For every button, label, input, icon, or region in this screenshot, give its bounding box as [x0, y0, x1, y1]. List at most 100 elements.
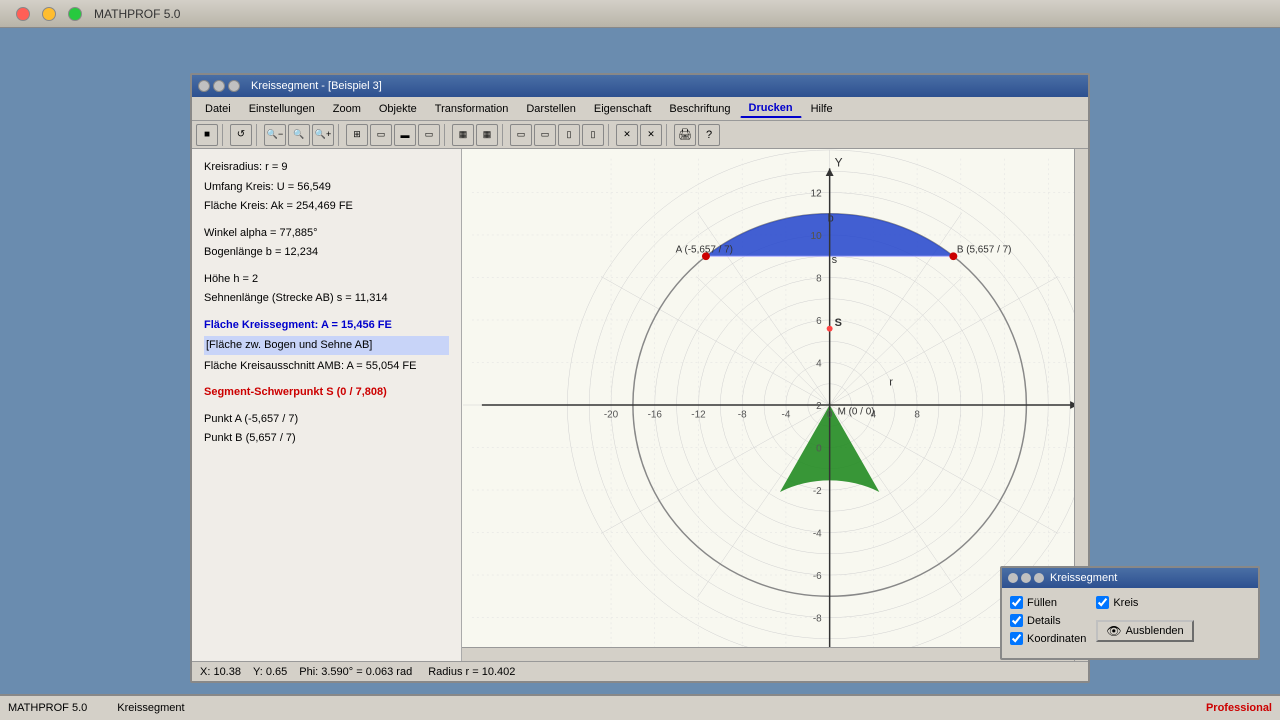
koordinaten-row: Koordinaten: [1010, 632, 1086, 645]
tb-close-btn2[interactable]: ✕: [640, 124, 662, 146]
punkt-a-info: Punkt A (-5,657 / 7): [204, 411, 449, 428]
flaeche-bogen-info: [Fläche zw. Bogen und Sehne AB]: [204, 336, 449, 355]
tb-undo-btn[interactable]: ↺: [230, 124, 252, 146]
svg-text:4: 4: [816, 358, 822, 369]
svg-text:-16: -16: [648, 410, 663, 421]
content-area: Kreisradius: r = 9 Umfang Kreis: U = 56,…: [192, 149, 1088, 661]
tb-print-btn[interactable]: 🖨: [674, 124, 696, 146]
main-window: Kreissegment - [Beispiel 3] Datei Einste…: [190, 73, 1090, 683]
menu-transformation[interactable]: Transformation: [426, 100, 518, 118]
circle-info-group: Kreisradius: r = 9 Umfang Kreis: U = 56,…: [204, 159, 449, 215]
svg-text:A (-5,657 / 7): A (-5,657 / 7): [676, 244, 733, 255]
status-radius: Radius r = 10.402: [428, 666, 515, 678]
status-phi: Phi: 3.590° = 0.063 rad: [299, 666, 412, 678]
bottom-edition: Professional: [1206, 702, 1272, 714]
tb-zoom-reset-btn[interactable]: 🔍: [288, 124, 310, 146]
app-title: MATHPROF 5.0: [94, 7, 180, 21]
tb-view-btn1[interactable]: ▭: [370, 124, 392, 146]
win-ctrl-3[interactable]: [228, 80, 240, 92]
schwerpunkt-info-group: Segment-Schwerpunkt S (0 / 7,808): [204, 384, 449, 401]
svg-text:6: 6: [816, 316, 822, 327]
win-ctrl-1[interactable]: [198, 80, 210, 92]
punkt-b-info: Punkt B (5,657 / 7): [204, 430, 449, 447]
scrollbar-horizontal[interactable]: [462, 647, 1074, 661]
info-panel: Kreisradius: r = 9 Umfang Kreis: U = 56,…: [192, 149, 462, 661]
details-row: Details: [1010, 614, 1086, 627]
svg-text:b: b: [828, 213, 834, 225]
svg-text:B (5,657 / 7): B (5,657 / 7): [957, 244, 1012, 255]
menu-einstellungen[interactable]: Einstellungen: [240, 100, 324, 118]
svg-text:-8: -8: [738, 410, 747, 421]
svg-text:-6: -6: [813, 571, 822, 582]
tb-help-btn[interactable]: ?: [698, 124, 720, 146]
menu-hilfe[interactable]: Hilfe: [802, 100, 842, 118]
max-btn[interactable]: [68, 7, 82, 21]
mini-win-ctrl[interactable]: [1008, 573, 1018, 583]
menu-objekte[interactable]: Objekte: [370, 100, 426, 118]
hoehe-info: Höhe h = 2: [204, 271, 449, 288]
svg-text:0: 0: [816, 443, 822, 454]
kreis-checkbox[interactable]: [1096, 596, 1109, 609]
svg-text:Y: Y: [835, 157, 843, 170]
radius-info: Kreisradius: r = 9: [204, 159, 449, 176]
flaeche-kreis-info: Fläche Kreis: Ak = 254,469 FE: [204, 198, 449, 215]
svg-text:-4: -4: [813, 528, 822, 539]
ausblenden-button[interactable]: 👁 Ausblenden: [1096, 620, 1193, 642]
details-checkbox[interactable]: [1010, 614, 1023, 627]
tb-sep-3: [338, 124, 342, 146]
tb-close-btn1[interactable]: ✕: [616, 124, 638, 146]
menu-drucken[interactable]: Drucken: [740, 99, 802, 118]
mini-checkboxes: Füllen Details Koordinaten: [1010, 596, 1086, 650]
svg-text:8: 8: [914, 410, 920, 421]
graph-area[interactable]: X Y -20 -16 -12 -8 -4 0 4 8: [462, 149, 1088, 661]
fuellen-checkbox[interactable]: [1010, 596, 1023, 609]
tb-frame-btn4[interactable]: ▯: [582, 124, 604, 146]
mini-win-title: Kreissegment: [1002, 568, 1258, 588]
tb-grid-btn[interactable]: ⊞: [346, 124, 368, 146]
koordinaten-checkbox[interactable]: [1010, 632, 1023, 645]
tb-view-btn2[interactable]: ▬: [394, 124, 416, 146]
svg-text:-8: -8: [813, 614, 822, 625]
mini-buttons: Kreis 👁 Ausblenden: [1096, 596, 1193, 650]
graph-svg: X Y -20 -16 -12 -8 -4 0 4 8: [462, 149, 1088, 661]
min-btn[interactable]: [42, 7, 56, 21]
tb-frame-btn1[interactable]: ▭: [510, 124, 532, 146]
close-btn[interactable]: [16, 7, 30, 21]
tb-frame-btn2[interactable]: ▭: [534, 124, 556, 146]
tb-frame-btn3[interactable]: ▯: [558, 124, 580, 146]
flaeche-ausschnitt-info: Fläche Kreisausschnitt AMB: A = 55,054 F…: [204, 358, 449, 375]
svg-text:r: r: [889, 377, 893, 389]
details-label: Details: [1027, 615, 1061, 627]
svg-text:12: 12: [811, 188, 822, 199]
status-x: X: 10.38: [200, 666, 241, 678]
sehnen-info: Sehnenlänge (Strecke AB) s = 11,314: [204, 290, 449, 307]
svg-text:s: s: [832, 254, 837, 266]
schwerpunkt-info: Segment-Schwerpunkt S (0 / 7,808): [204, 384, 449, 401]
tb-sep-4: [444, 124, 448, 146]
tb-zoom-in-btn[interactable]: 🔍+: [312, 124, 334, 146]
bottom-bar: MATHPROF 5.0 Kreissegment Professional: [0, 694, 1280, 720]
menu-beschriftung[interactable]: Beschriftung: [660, 100, 739, 118]
mini-win-ctrl3[interactable]: [1034, 573, 1044, 583]
flaeche-segment-info: Fläche Kreissegment: A = 15,456 FE: [204, 317, 449, 334]
fuellen-label: Füllen: [1027, 597, 1057, 609]
svg-text:8: 8: [816, 273, 822, 284]
tb-sep-5: [502, 124, 506, 146]
svg-text:M (0 / 0): M (0 / 0): [838, 407, 875, 418]
win-title-bar: Kreissegment - [Beispiel 3]: [192, 75, 1088, 97]
svg-text:-4: -4: [782, 410, 791, 421]
win-ctrl-2[interactable]: [213, 80, 225, 92]
tb-view-btn3[interactable]: ▭: [418, 124, 440, 146]
tb-table-btn[interactable]: ▦: [452, 124, 474, 146]
angle-info-group: Winkel alpha = 77,885° Bogenlänge b = 12…: [204, 225, 449, 261]
tb-table-btn2[interactable]: ▦: [476, 124, 498, 146]
winkel-info: Winkel alpha = 77,885°: [204, 225, 449, 242]
tb-zoom-out-btn[interactable]: 🔍−: [264, 124, 286, 146]
mini-win-ctrl2[interactable]: [1021, 573, 1031, 583]
tb-select-btn[interactable]: ■: [196, 124, 218, 146]
menu-darstellen[interactable]: Darstellen: [517, 100, 585, 118]
punkte-info-group: Punkt A (-5,657 / 7) Punkt B (5,657 / 7): [204, 411, 449, 447]
menu-datei[interactable]: Datei: [196, 100, 240, 118]
menu-eigenschaft[interactable]: Eigenschaft: [585, 100, 660, 118]
menu-zoom[interactable]: Zoom: [324, 100, 370, 118]
